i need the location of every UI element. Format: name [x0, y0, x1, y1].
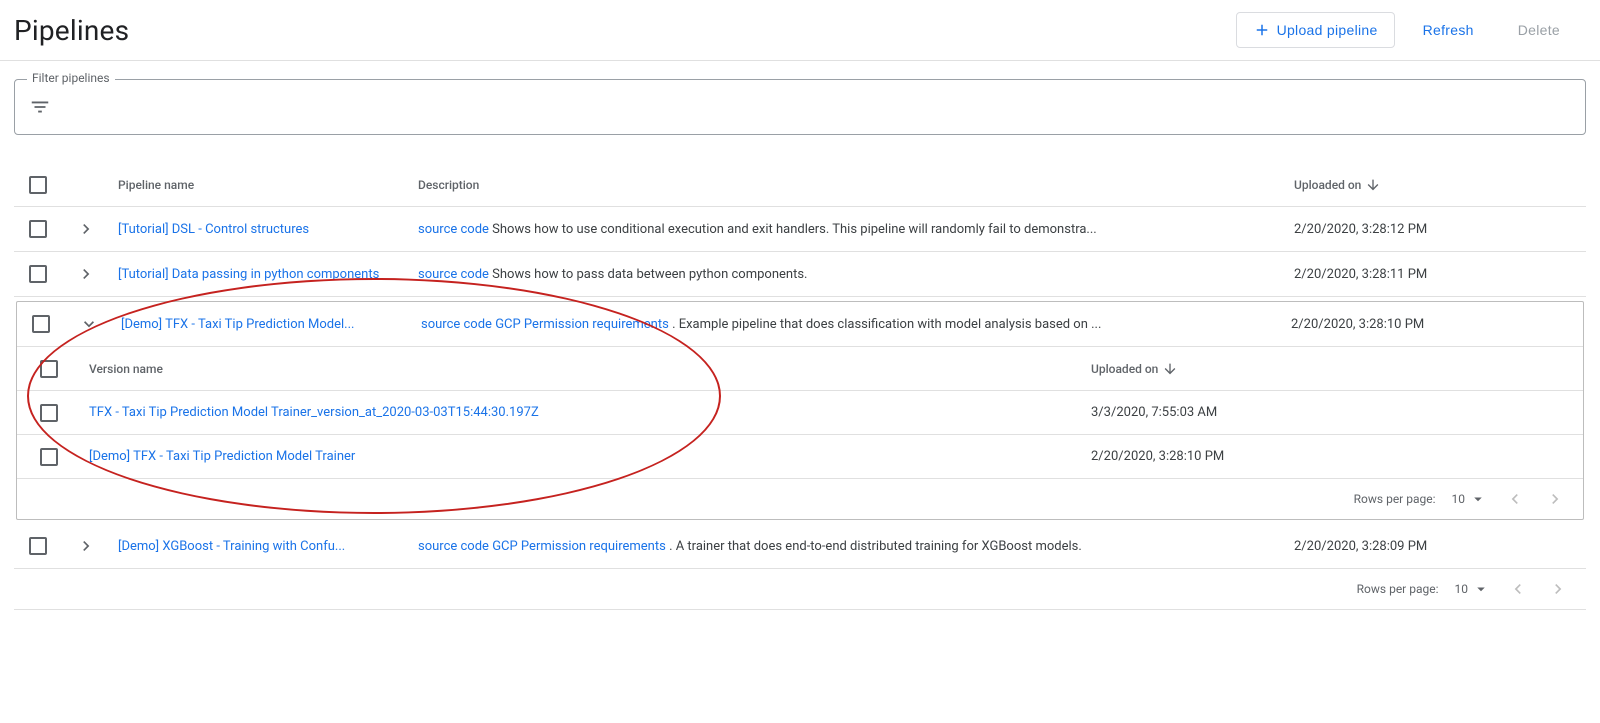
- table-row[interactable]: [Demo] TFX - Taxi Tip Prediction Model..…: [17, 302, 1583, 347]
- rows-per-page-value: 10: [1455, 582, 1469, 596]
- uploaded-ts: 2/20/2020, 3:28:12 PM: [1286, 210, 1586, 249]
- pipeline-description: source code GCP Permission requirements …: [410, 527, 1286, 566]
- pipeline-name: [Tutorial] DSL - Control structures: [110, 210, 410, 249]
- page-title: Pipelines: [14, 14, 129, 47]
- version-ts: 3/3/2020, 7:55:03 AM: [1083, 393, 1583, 432]
- pipeline-name: [Demo] TFX - Taxi Tip Prediction Model..…: [113, 305, 413, 344]
- uploaded-ts: 2/20/2020, 3:28:10 PM: [1283, 305, 1583, 344]
- pipeline-name: [Demo] XGBoost - Training with Confu...: [110, 527, 410, 566]
- rows-per-page-select[interactable]: 10: [1452, 490, 1488, 508]
- rows-per-page-label: Rows per page:: [1354, 492, 1436, 506]
- version-name-link[interactable]: [Demo] TFX - Taxi Tip Prediction Model T…: [89, 449, 355, 464]
- page-header: Pipelines Upload pipeline Refresh Delete: [0, 0, 1600, 61]
- th-uploaded-label: Uploaded on: [1294, 178, 1361, 192]
- refresh-button[interactable]: Refresh: [1407, 14, 1490, 46]
- sort-desc-icon: [1365, 177, 1381, 193]
- rows-per-page-select[interactable]: 10: [1455, 580, 1491, 598]
- row-checkbox[interactable]: [29, 537, 47, 555]
- inner-pagination: Rows per page: 10: [17, 479, 1583, 519]
- chevron-right-icon[interactable]: [76, 536, 96, 556]
- rows-per-page-label: Rows per page:: [1357, 582, 1439, 596]
- desc-text: . Example pipeline that does classificat…: [672, 317, 1101, 332]
- next-page-button[interactable]: [1546, 577, 1570, 601]
- row-checkbox[interactable]: [29, 220, 47, 238]
- dropdown-icon: [1472, 580, 1490, 598]
- version-ts: 2/20/2020, 3:28:10 PM: [1083, 437, 1583, 476]
- source-code-link[interactable]: source code: [418, 222, 489, 237]
- plus-icon: [1253, 21, 1271, 39]
- desc-text: . A trainer that does end-to-end distrib…: [669, 539, 1082, 554]
- chevron-right-icon[interactable]: [76, 219, 96, 239]
- select-all-versions-checkbox[interactable]: [40, 360, 58, 378]
- next-page-button[interactable]: [1543, 487, 1567, 511]
- uploaded-ts: 2/20/2020, 3:28:11 PM: [1286, 255, 1586, 294]
- pipeline-description: source code Shows how to use conditional…: [410, 210, 1286, 249]
- desc-text: Shows how to use conditional execution a…: [489, 222, 1097, 237]
- filter-container: Filter pipelines: [14, 79, 1586, 135]
- source-code-link[interactable]: source code: [421, 317, 492, 332]
- pipeline-description: source code GCP Permission requirements …: [413, 305, 1283, 344]
- table-row[interactable]: [Tutorial] Data passing in python compon…: [14, 252, 1586, 297]
- table-row[interactable]: [Demo] XGBoost - Training with Confu... …: [14, 524, 1586, 569]
- pipeline-name: [Tutorial] Data passing in python compon…: [110, 255, 410, 294]
- delete-button[interactable]: Delete: [1502, 14, 1576, 46]
- content: Filter pipelines Pipeline name Descripti…: [0, 61, 1600, 628]
- dropdown-icon: [1469, 490, 1487, 508]
- pipelines-table: Pipeline name Description Uploaded on [T…: [14, 163, 1586, 610]
- th-version-uploaded[interactable]: Uploaded on: [1091, 361, 1178, 377]
- version-row[interactable]: TFX - Taxi Tip Prediction Model Trainer_…: [17, 391, 1583, 435]
- th-uploaded-on[interactable]: Uploaded on: [1294, 177, 1381, 193]
- table-row[interactable]: [Tutorial] DSL - Control structures sour…: [14, 207, 1586, 252]
- desc-text: Shows how to pass data between python co…: [489, 267, 808, 282]
- outer-pagination: Rows per page: 10: [14, 569, 1586, 610]
- version-checkbox[interactable]: [40, 448, 58, 466]
- th-version-name[interactable]: Version name: [81, 350, 1083, 388]
- th-version-uploaded-label: Uploaded on: [1091, 362, 1158, 376]
- version-name-link[interactable]: TFX - Taxi Tip Prediction Model Trainer_…: [89, 405, 539, 420]
- table-header-row: Pipeline name Description Uploaded on: [14, 163, 1586, 207]
- version-row[interactable]: [Demo] TFX - Taxi Tip Prediction Model T…: [17, 435, 1583, 479]
- inner-header-row: Version name Uploaded on: [17, 347, 1583, 391]
- pipeline-name-link[interactable]: [Tutorial] DSL - Control structures: [118, 222, 309, 237]
- pipeline-name-link[interactable]: [Demo] TFX - Taxi Tip Prediction Model..…: [121, 317, 354, 332]
- filter-label: Filter pipelines: [27, 71, 115, 85]
- th-pipeline-name[interactable]: Pipeline name: [110, 166, 410, 204]
- filter-icon: [29, 96, 51, 118]
- prev-page-button[interactable]: [1503, 487, 1527, 511]
- uploaded-ts: 2/20/2020, 3:28:09 PM: [1286, 527, 1586, 566]
- row-checkbox[interactable]: [32, 315, 50, 333]
- version-checkbox[interactable]: [40, 404, 58, 422]
- source-code-link[interactable]: source code: [418, 539, 489, 554]
- filter-input[interactable]: [61, 98, 1571, 117]
- expanded-row-panel: [Demo] TFX - Taxi Tip Prediction Model..…: [16, 301, 1584, 520]
- pipeline-name-link[interactable]: [Tutorial] Data passing in python compon…: [118, 267, 379, 282]
- prev-page-button[interactable]: [1506, 577, 1530, 601]
- gcp-permission-link[interactable]: GCP Permission requirements: [492, 539, 666, 554]
- upload-pipeline-button[interactable]: Upload pipeline: [1236, 12, 1395, 48]
- chevron-right-icon[interactable]: [76, 264, 96, 284]
- sort-desc-icon: [1162, 361, 1178, 377]
- pipeline-description: source code Shows how to pass data betwe…: [410, 255, 1286, 294]
- rows-per-page-value: 10: [1452, 492, 1466, 506]
- chevron-down-icon[interactable]: [79, 314, 99, 334]
- header-actions: Upload pipeline Refresh Delete: [1236, 12, 1576, 48]
- gcp-permission-link[interactable]: GCP Permission requirements: [495, 317, 669, 332]
- pipeline-name-link[interactable]: [Demo] XGBoost - Training with Confu...: [118, 539, 345, 554]
- row-checkbox[interactable]: [29, 265, 47, 283]
- th-description[interactable]: Description: [410, 166, 1286, 204]
- source-code-link[interactable]: source code: [418, 267, 489, 282]
- select-all-checkbox[interactable]: [29, 176, 47, 194]
- upload-pipeline-label: Upload pipeline: [1277, 22, 1378, 38]
